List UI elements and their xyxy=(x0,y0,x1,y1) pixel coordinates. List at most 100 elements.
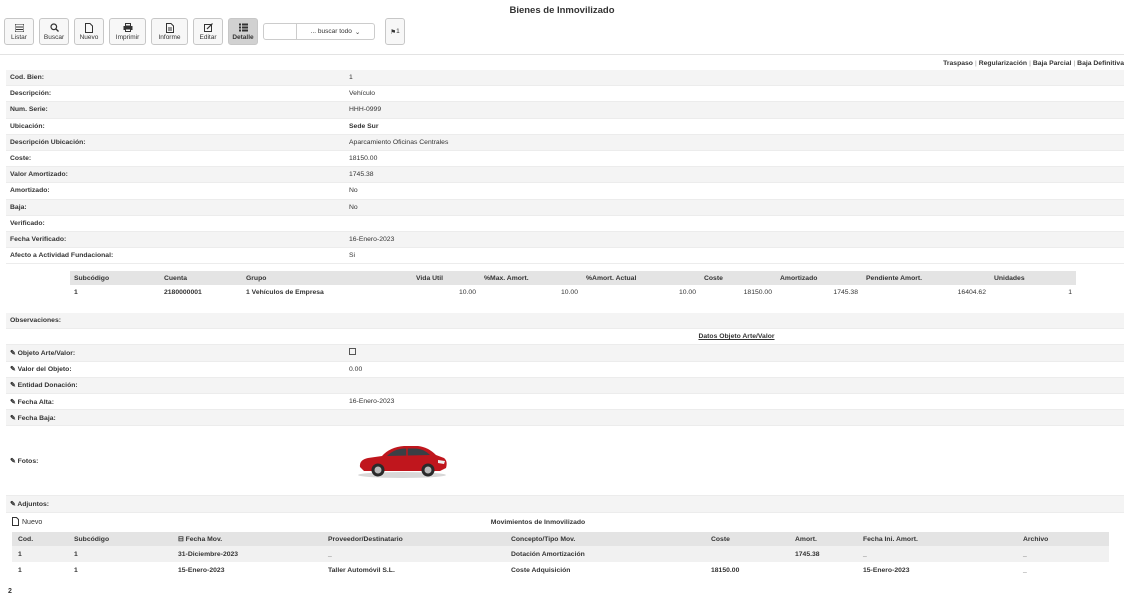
table-cell: 10.00 xyxy=(560,289,578,296)
field-label: Ubicación: xyxy=(10,122,45,130)
field-row: Ubicación: Sede Sur xyxy=(6,119,1124,135)
table-cell: _ xyxy=(322,546,505,562)
informe-label: Informe xyxy=(158,33,181,41)
buscar-button[interactable]: Buscar xyxy=(39,18,69,45)
traspaso-link[interactable]: Traspaso xyxy=(943,60,973,67)
column-header: Subcódigo xyxy=(70,271,160,285)
movimientos-table: Cod. Subcódigo ⊟ Fecha Mov. Proveedor/De… xyxy=(12,532,1109,578)
table-cell: 1 Vehículos de Empresa xyxy=(246,289,324,296)
baja-definitiva-link[interactable]: Baja Definitiva xyxy=(1077,60,1124,67)
regularizacion-link[interactable]: Regularización xyxy=(979,60,1027,67)
column-header: Unidades xyxy=(990,271,1076,285)
datos-objeto-title[interactable]: Datos Objeto Arte/Valor xyxy=(342,333,1124,340)
table-cell: 10.00 xyxy=(458,289,476,296)
edit-icon: ✎ xyxy=(10,457,16,465)
field-value: Vehículo xyxy=(349,90,376,98)
field-value: 1745.38 xyxy=(349,171,374,179)
table-cell: 1 xyxy=(12,546,68,562)
valor-objeto-label[interactable]: ✎ Valor del Objeto: xyxy=(6,365,342,373)
edit-icon: ✎ xyxy=(10,349,16,357)
observaciones-label: Observaciones: xyxy=(10,317,61,325)
field-label: Cod. Bien: xyxy=(10,74,44,82)
baja-parcial-link[interactable]: Baja Parcial xyxy=(1033,60,1072,67)
column-header: Subcódigo xyxy=(68,532,172,546)
column-header: Cod. xyxy=(12,532,68,546)
editar-button[interactable]: Editar xyxy=(193,18,223,45)
entidad-donacion-text: Entidad Donación: xyxy=(17,382,78,390)
objeto-arte-checkbox[interactable] xyxy=(349,348,356,356)
table-cell: 1 xyxy=(1068,289,1072,296)
edit-icon: ✎ xyxy=(10,414,16,422)
column-header: Grupo xyxy=(242,271,412,285)
car-photo[interactable] xyxy=(342,440,450,482)
field-value: Si xyxy=(349,252,356,260)
column-header: Amortizado xyxy=(776,271,862,285)
edit-icon: ✎ xyxy=(10,382,16,390)
informe-button[interactable]: Informe xyxy=(151,18,188,45)
new-file-icon xyxy=(85,22,93,33)
detail-fields: Cod. Bien: 1 Descripción: Vehículo Num. Se… xyxy=(6,70,1124,265)
field-value: Sede Sur xyxy=(349,122,379,130)
pin-button[interactable]: ⚑ 1 xyxy=(385,18,405,45)
listar-button[interactable]: Listar xyxy=(4,18,34,45)
sortable-column-header[interactable]: ⊟ Fecha Mov. xyxy=(172,532,322,546)
fotos-label[interactable]: ✎ Fotos: xyxy=(6,457,342,465)
table-row: 1 2180000001 1 Vehículos de Empresa 10.0… xyxy=(70,285,1076,300)
valor-objeto-text: Valor del Objeto: xyxy=(17,366,72,374)
subcode-table: Subcódigo Cuenta Grupo Vida Util %Max. A… xyxy=(70,271,1076,300)
fotos-text: Fotos: xyxy=(17,457,39,465)
table-cell: 18150.00 xyxy=(743,289,772,296)
adjuntos-text: Adjuntos: xyxy=(17,500,50,508)
nuevo-movimiento-label: Nuevo xyxy=(22,519,43,526)
table-cell: 16404.62 xyxy=(957,289,986,296)
field-row: Cod. Bien: 1 xyxy=(6,70,1124,87)
nuevo-movimiento-button[interactable]: Nuevo xyxy=(12,517,72,528)
field-label: Num. Serie: xyxy=(10,106,48,114)
table-cell: Taller Automóvil S.L. xyxy=(328,566,395,574)
table-row[interactable]: 1 1 31-Diciembre-2023 _ Dotación Amortiz… xyxy=(12,546,1109,562)
table-cell: 10.00 xyxy=(678,289,696,296)
edit-icon: ✎ xyxy=(10,398,16,406)
objeto-arte-label[interactable]: ✎ Objeto Arte/Valor: xyxy=(6,349,342,357)
field-label: Valor Amortizado: xyxy=(10,171,68,179)
new-file-icon xyxy=(12,517,19,528)
table-cell: 18150.00 xyxy=(711,566,740,574)
detalle-button[interactable]: Detalle xyxy=(228,18,258,45)
editar-label: Editar xyxy=(199,33,217,41)
search-scope-label: ... buscar todo xyxy=(310,28,352,35)
detail-list-icon xyxy=(238,23,248,33)
field-label: Baja: xyxy=(10,203,27,211)
edit-icon: ✎ xyxy=(10,366,16,374)
edit-icon: ✎ xyxy=(10,500,16,508)
objeto-arte-value xyxy=(342,348,1124,357)
field-row: Amortizado: No xyxy=(6,183,1124,200)
field-row: Descripción: Vehículo xyxy=(6,86,1124,103)
detalle-label: Detalle xyxy=(232,33,254,41)
table-row[interactable]: 1 1 15-Enero-2023 Taller Automóvil S.L. … xyxy=(12,562,1109,578)
field-label: Afecto a Actividad Fundacional: xyxy=(10,252,114,260)
nuevo-button[interactable]: Nuevo xyxy=(74,18,104,45)
field-row: Afecto a Actividad Fundacional: Si xyxy=(6,248,1124,265)
fecha-alta-value: 16-Enero-2023 xyxy=(349,398,395,406)
field-row: Datos Objeto Arte/Valor xyxy=(6,329,1124,346)
field-value: Aparcamiento Oficinas Centrales xyxy=(349,138,449,146)
search-input[interactable] xyxy=(263,23,297,40)
imprimir-button[interactable]: Imprimir xyxy=(109,18,146,45)
field-row: Descripción Ubicación: Aparcamiento Ofici… xyxy=(6,134,1124,151)
fecha-alta-label[interactable]: ✎ Fecha Alta: xyxy=(6,398,342,406)
table-cell: 1745.38 xyxy=(789,546,857,562)
table-cell: 1 xyxy=(74,566,78,574)
chevron-down-icon: ⌄ xyxy=(354,28,361,36)
search-scope-select[interactable]: ... buscar todo ⌄ xyxy=(297,23,375,40)
field-value: 18150.00 xyxy=(349,155,378,163)
sort-icon: ⊟ xyxy=(178,536,184,543)
fecha-baja-label[interactable]: ✎ Fecha Baja: xyxy=(6,414,342,422)
field-row: ✎ Objeto Arte/Valor: xyxy=(6,345,1124,362)
table-cell: 1 xyxy=(18,566,22,574)
search-icon xyxy=(49,23,59,33)
field-row: ✎ Fecha Baja: xyxy=(6,410,1124,427)
column-header: Archivo xyxy=(1017,532,1109,546)
entidad-donacion-label[interactable]: ✎ Entidad Donación: xyxy=(6,381,342,389)
adjuntos-label[interactable]: ✎ Adjuntos: xyxy=(6,500,342,508)
field-row: Fecha Verificado: 16-Enero-2023 xyxy=(6,231,1124,249)
